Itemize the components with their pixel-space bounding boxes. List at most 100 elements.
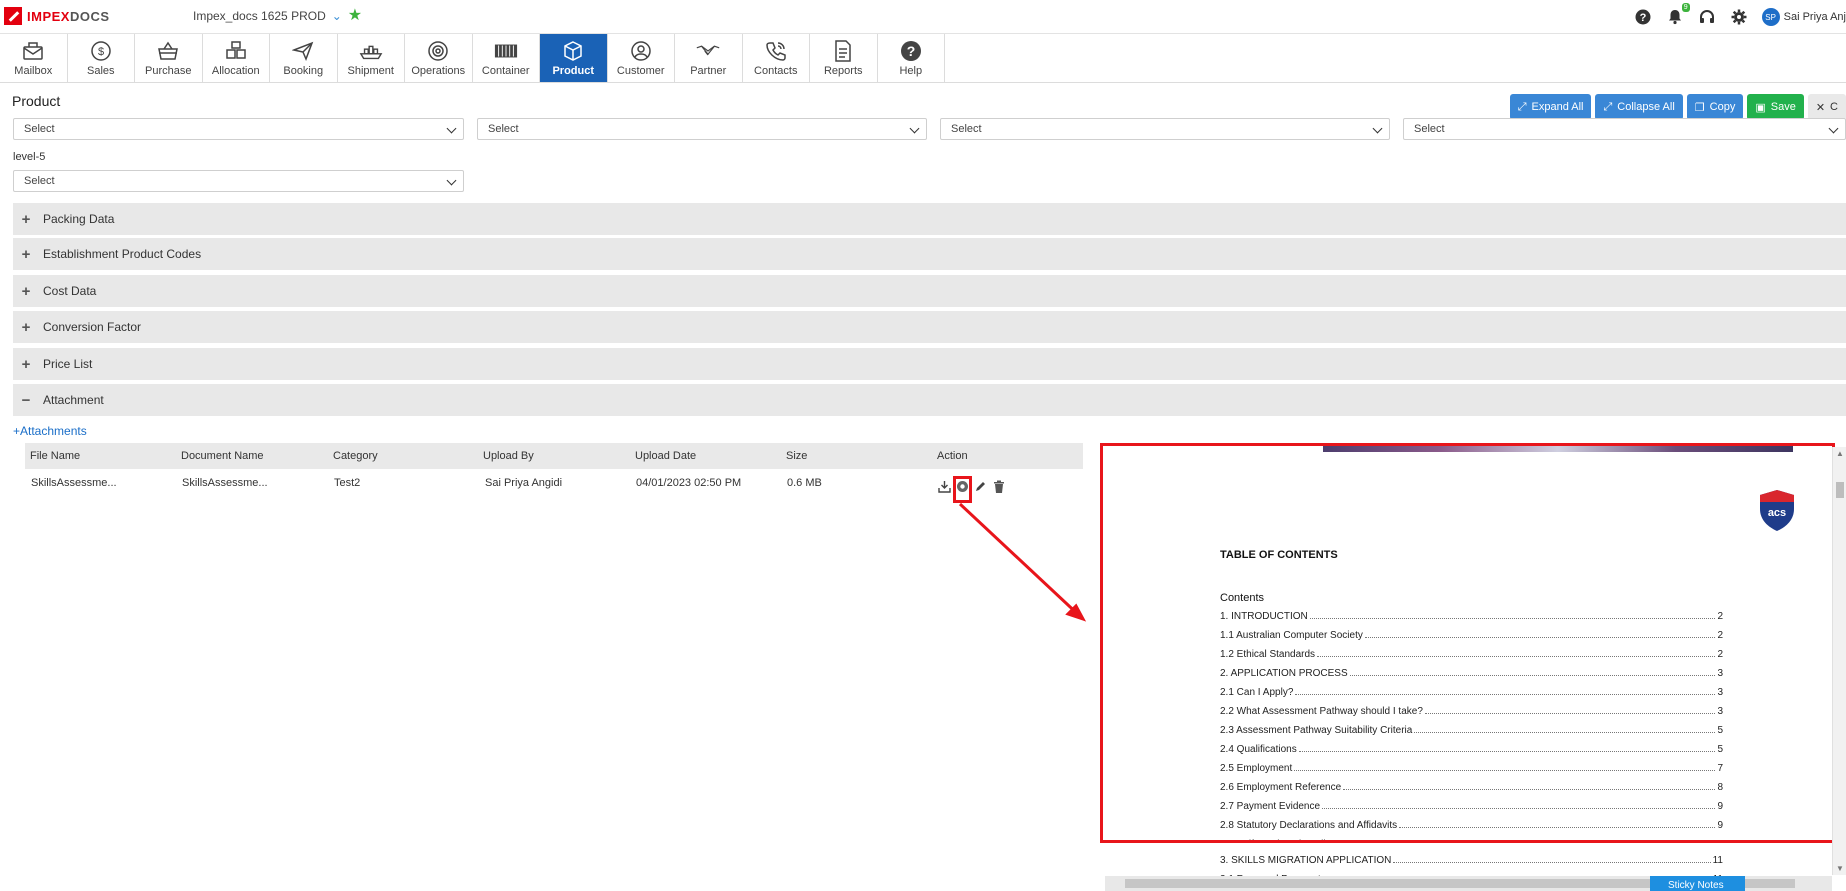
module-product[interactable]: Product — [540, 34, 608, 82]
close-button[interactable]: ✕ C — [1807, 94, 1846, 120]
save-label: Save — [1770, 101, 1796, 113]
logo-mark-icon — [4, 7, 22, 25]
app-logo[interactable]: IMPEXDOCS — [4, 7, 110, 25]
chevron-down-icon: ⌄ — [331, 9, 342, 23]
logo-text-docs: DOCS — [69, 8, 110, 24]
module-container[interactable]: Container — [473, 34, 540, 82]
toc-entry[interactable]: 2.2 What Assessment Pathway should I tak… — [1220, 704, 1723, 717]
toc-entry[interactable]: 2. APPLICATION PROCESS 3 — [1220, 666, 1723, 679]
copy-button[interactable]: ❐ Copy — [1686, 94, 1744, 120]
section-establishment-product-codes[interactable]: + Establishment Product Codes — [13, 238, 1846, 270]
edit-pencil-icon[interactable] — [973, 479, 987, 493]
environment-selector[interactable]: Impex_docs 1625 PROD ⌄ ★ — [193, 8, 362, 24]
column-header[interactable]: File Name — [30, 450, 80, 462]
collapse-all-button[interactable]: ⤢ Collapse All — [1595, 94, 1683, 120]
download-icon[interactable] — [937, 479, 951, 493]
toc-entry[interactable]: 2.9 Self Employed Applicants 10 — [1220, 837, 1723, 840]
toc-leader — [1298, 751, 1716, 752]
add-attachments-link[interactable]: +Attachments — [13, 424, 87, 438]
toc-entry-text: 1. INTRODUCTION — [1220, 611, 1308, 622]
module-label: Booking — [283, 64, 324, 77]
toc-entry[interactable]: 1.2 Ethical Standards 2 — [1220, 647, 1723, 660]
toc-entry[interactable]: 2.1 Can I Apply? 3 — [1220, 685, 1723, 698]
toc-entry[interactable]: 2.5 Employment 7 — [1220, 761, 1723, 774]
section-price-list[interactable]: + Price List — [13, 348, 1846, 380]
cell-upload-by: Sai Priya Angidi — [485, 477, 563, 489]
module-allocation[interactable]: Allocation — [203, 34, 270, 82]
column-header[interactable]: Category — [333, 450, 378, 462]
attachment-preview[interactable]: acs TABLE OF CONTENTS Contents 1. INTROD… — [1100, 443, 1835, 843]
copy-icon: ❐ — [1694, 101, 1705, 114]
section-packing-data[interactable]: + Packing Data — [13, 203, 1846, 235]
module-booking[interactable]: Booking — [270, 34, 338, 82]
settings-gear-icon[interactable] — [1730, 8, 1748, 26]
section-cost-data[interactable]: + Cost Data — [13, 275, 1846, 307]
module-partner[interactable]: Partner — [675, 34, 743, 82]
delete-trash-icon[interactable] — [992, 479, 1006, 493]
scroll-up-arrow-icon[interactable]: ▲ — [1836, 449, 1844, 458]
notification-count-badge: 9 — [1681, 3, 1690, 12]
module-purchase[interactable]: Purchase — [135, 34, 203, 82]
toc-entry[interactable]: 2.4 Qualifications 5 — [1220, 742, 1723, 755]
module-reports[interactable]: Reports — [810, 34, 878, 82]
document-title: TABLE OF CONTENTS — [1220, 549, 1338, 561]
toc-entry[interactable]: 2.6 Employment Reference 8 — [1220, 780, 1723, 793]
expand-all-button[interactable]: ⤢ Expand All — [1509, 94, 1592, 120]
expand-plus-icon: + — [21, 245, 31, 263]
toc-entry-text: 1.2 Ethical Standards — [1220, 649, 1316, 660]
level-5-select[interactable]: Select — [13, 170, 464, 192]
save-icon: ▣ — [1755, 101, 1766, 114]
column-header[interactable]: Document Name — [181, 450, 264, 462]
module-sales[interactable]: $ Sales — [68, 34, 135, 82]
level-1-select[interactable]: Select — [13, 118, 464, 140]
toc-entry-page: 3 — [1717, 687, 1723, 698]
toc-entry[interactable]: 2.3 Assessment Pathway Suitability Crite… — [1220, 723, 1723, 736]
save-button[interactable]: ▣ Save — [1747, 94, 1804, 120]
column-header: Action — [937, 450, 968, 462]
section-conversion-factor[interactable]: + Conversion Factor — [13, 311, 1846, 343]
toc-entry-page: 9 — [1717, 820, 1723, 831]
cell-size: 0.6 MB — [787, 477, 822, 489]
notifications-bell-icon[interactable]: 9 — [1666, 3, 1690, 26]
level-3-select[interactable]: Select — [940, 118, 1390, 140]
column-header[interactable]: Upload Date — [635, 450, 696, 462]
toc-entry-page: 3 — [1717, 706, 1723, 717]
section-title: Conversion Factor — [43, 320, 142, 334]
level-4-select[interactable]: Select — [1403, 118, 1846, 140]
scrollbar-thumb[interactable] — [1836, 482, 1844, 498]
toc-entry[interactable]: 3. SKILLS MIGRATION APPLICATION 11 — [1220, 853, 1723, 866]
svg-text:?: ? — [1639, 12, 1646, 24]
toc-entry[interactable]: 2.7 Payment Evidence 9 — [1220, 799, 1723, 812]
module-shipment[interactable]: Shipment — [338, 34, 405, 82]
column-header[interactable]: Upload By — [483, 450, 534, 462]
module-mailbox[interactable]: Mailbox — [0, 34, 68, 82]
help-icon: ? — [899, 40, 923, 62]
toc-entry[interactable]: 1.1 Australian Computer Society 2 — [1220, 628, 1723, 641]
sticky-notes-button[interactable]: Sticky Notes — [1650, 876, 1745, 891]
toc-entry[interactable]: 1. INTRODUCTION 2 — [1220, 609, 1723, 622]
close-icon: ✕ — [1815, 101, 1826, 114]
help-circle-icon[interactable]: ? — [1634, 8, 1652, 26]
level-2-select[interactable]: Select — [477, 118, 927, 140]
favorite-star-icon[interactable]: ★ — [348, 8, 362, 24]
user-name: Sai Priya Anj — [1783, 11, 1846, 23]
acs-logo-icon: acs — [1760, 490, 1794, 531]
column-header[interactable]: Size — [786, 450, 807, 462]
module-contacts[interactable]: Contacts — [743, 34, 810, 82]
boxes-icon — [224, 40, 248, 62]
toc-leader — [1317, 656, 1716, 657]
module-operations[interactable]: Operations — [405, 34, 473, 82]
module-label: Sales — [86, 64, 115, 77]
headset-icon[interactable] — [1698, 8, 1716, 26]
module-customer[interactable]: Customer — [608, 34, 675, 82]
section-title: Establishment Product Codes — [43, 247, 202, 261]
toc-leader — [1322, 808, 1716, 809]
toc-entry-text: 2.9 Self Employed Applicants — [1220, 839, 1350, 840]
section-attachment[interactable]: − Attachment — [13, 384, 1846, 416]
preview-vertical-scrollbar[interactable]: ▲ ▼ — [1832, 447, 1846, 875]
toc-entry[interactable]: 2.8 Statutory Declarations and Affidavit… — [1220, 818, 1723, 831]
top-bar: IMPEXDOCS Impex_docs 1625 PROD ⌄ ★ ? 9 S… — [0, 0, 1846, 34]
module-help[interactable]: ? Help — [878, 34, 945, 82]
scroll-down-arrow-icon[interactable]: ▼ — [1836, 864, 1844, 873]
user-menu[interactable]: SP Sai Priya Anj — [1761, 8, 1846, 26]
